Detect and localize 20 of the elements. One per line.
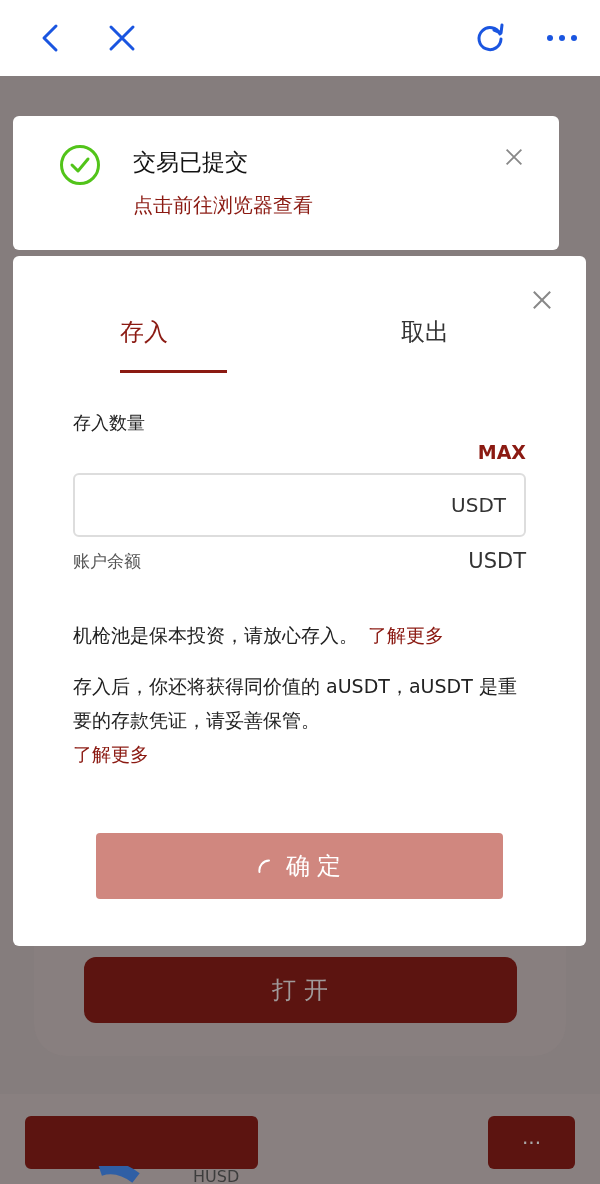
tab[interactable]: 取出 — [323, 316, 526, 395]
close-icon[interactable] — [532, 290, 552, 310]
amount-input-field[interactable]: USDT — [73, 473, 526, 537]
info-text: 机枪池是保本投资，请放心存入。 — [73, 623, 358, 648]
learn-more-link[interactable]: 了解更多 — [368, 623, 444, 649]
toast-title: 交易已提交 — [133, 148, 249, 177]
loading-spinner-icon — [257, 859, 270, 873]
success-check-icon — [59, 144, 101, 186]
learn-more-link[interactable]: 了解更多 — [73, 743, 149, 765]
close-icon[interactable] — [505, 148, 523, 166]
info-text: 存入后，你还将获得同价值的 aUSDT，aUSDT 是重要的存款凭证，请妥善保管。 — [73, 675, 517, 731]
max-link[interactable]: MAX — [477, 441, 526, 463]
token-name: HUSD — [193, 1170, 240, 1184]
more-button[interactable]: ··· — [488, 1116, 575, 1169]
balance-unit: USDT — [468, 549, 526, 573]
tab[interactable]: 存入 — [73, 316, 323, 395]
balance-label: 账户余额 — [73, 549, 141, 573]
field-label: 存入数量 — [73, 411, 146, 435]
explorer-link[interactable]: 点击前往浏览器查看 — [133, 192, 313, 219]
open-button[interactable]: 打 开 — [83, 957, 517, 1023]
